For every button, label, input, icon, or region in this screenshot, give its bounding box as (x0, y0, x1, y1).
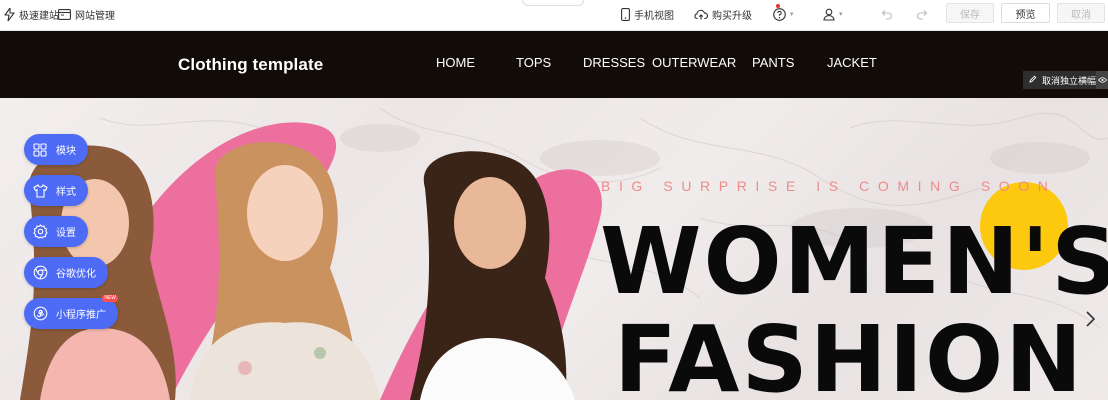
cancel-fullwidth-button[interactable]: 取消独立横幅 (1023, 71, 1108, 89)
mobile-view-button[interactable]: 手机视图 (621, 0, 674, 28)
pencil-icon (1029, 75, 1037, 85)
side-tool-modules[interactable]: 模块 (24, 134, 88, 165)
site-header: Clothing template HOME TOPS DRESSES OUTE… (0, 31, 1108, 98)
mobile-phone-icon (621, 7, 630, 21)
undo-icon (881, 9, 893, 20)
help-menu[interactable]: ▾ (773, 0, 794, 28)
chrome-icon (32, 265, 48, 281)
side-tool-settings[interactable]: 设置 (24, 216, 88, 247)
hero-headline-line1: WOMEN'S (600, 208, 1108, 315)
quick-build-button[interactable]: 极速建站 (4, 0, 59, 28)
hero-tagline: BIG SURPRISE IS COMING SOON (601, 178, 1057, 194)
upgrade-button[interactable]: 购买升级 (694, 0, 752, 28)
mobile-view-label: 手机视图 (634, 10, 674, 22)
chevron-right-icon (1086, 311, 1096, 327)
side-tool-label: 设置 (56, 228, 76, 239)
site-manage-label: 网站管理 (75, 10, 115, 22)
nav-item-home[interactable]: HOME (436, 55, 475, 70)
side-tool-label: 模块 (56, 146, 76, 157)
nav-item-dresses[interactable]: DRESSES (583, 55, 645, 70)
side-tool-label: 样式 (56, 187, 76, 198)
side-tool-miniprogram[interactable]: 小程序推广 NEW (24, 295, 118, 329)
redo-icon (916, 9, 928, 20)
side-tool-label: 谷歌优化 (56, 269, 96, 280)
account-menu[interactable]: ▾ (823, 0, 843, 28)
site-brand[interactable]: Clothing template (178, 55, 323, 75)
hero-headline-line2: FASHION (614, 306, 1085, 400)
side-tool-style[interactable]: 样式 (24, 175, 88, 206)
cancel-button[interactable]: 取消 (1057, 3, 1105, 23)
help-icon (773, 7, 786, 21)
eye-icon[interactable] (1096, 71, 1108, 89)
carousel-next-button[interactable] (1082, 308, 1098, 330)
shirt-icon (32, 183, 48, 199)
chevron-down-icon: ▾ (790, 11, 794, 18)
cancel-fullwidth-label: 取消独立横幅 (1042, 75, 1097, 86)
nav-item-jacket[interactable]: JACKET (827, 55, 877, 70)
site-manage-button[interactable]: 网站管理 (58, 0, 115, 28)
new-badge: NEW (102, 295, 118, 302)
grid-icon (32, 142, 48, 158)
gear-icon (32, 224, 48, 240)
nav-item-pants[interactable]: PANTS (752, 55, 794, 70)
preview-button[interactable]: 预览 (1001, 3, 1050, 23)
hero-banner: BIG SURPRISE IS COMING SOON WOMEN'S FASH… (0, 98, 1108, 400)
browser-window-icon (58, 8, 71, 20)
upgrade-label: 购买升级 (712, 10, 752, 22)
collapse-toolbar-tab[interactable] (522, 0, 584, 6)
nav-item-tops[interactable]: TOPS (516, 55, 551, 70)
lightning-icon (4, 7, 15, 21)
editor-toolbar: 极速建站 网站管理 手机视图 购买升级 ▾ ▾ 保存 预览 取消 (0, 0, 1108, 31)
undo-button[interactable] (881, 0, 893, 28)
miniprogram-icon (32, 306, 48, 322)
chevron-down-icon: ▾ (839, 11, 843, 18)
user-icon (823, 8, 835, 21)
quick-build-label: 极速建站 (19, 10, 59, 22)
side-tool-label: 小程序推广 (56, 310, 106, 321)
side-tool-google-seo[interactable]: 谷歌优化 (24, 257, 108, 288)
nav-item-outerwear[interactable]: OUTERWEAR (652, 55, 736, 70)
redo-button[interactable] (916, 0, 928, 28)
cloud-upload-icon (694, 9, 708, 20)
save-button[interactable]: 保存 (946, 3, 994, 23)
